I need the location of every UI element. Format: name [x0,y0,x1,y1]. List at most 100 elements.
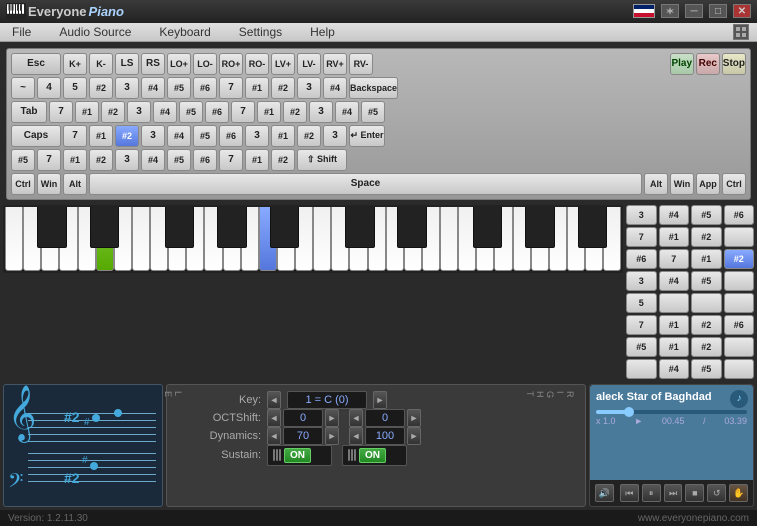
key-sharp1-5[interactable]: #1 [271,125,295,147]
piano-key-white[interactable] [186,207,204,271]
key-sharp1-7[interactable]: #1 [245,149,269,171]
piano-key-white[interactable] [404,207,422,271]
ls-key[interactable]: LS [115,53,139,75]
alt-left-key[interactable]: Alt [63,173,87,195]
piano-key-white[interactable] [603,207,621,271]
piano-key-white-green[interactable] [96,207,114,271]
menu-audio-source[interactable]: Audio Source [55,23,135,41]
lv-minus-key[interactable]: LV- [297,53,321,75]
ro-minus-key[interactable]: RO- [245,53,269,75]
key-3-6[interactable]: 3 [245,125,269,147]
key-3-7[interactable]: 3 [323,125,347,147]
key-sharp5-2[interactable]: #5 [179,101,203,123]
key-sharp4-1[interactable]: #4 [141,77,165,99]
key-4[interactable]: 4 [37,77,61,99]
np-s2-2[interactable]: #2 [691,315,722,335]
tilde-key[interactable]: ~ [11,77,35,99]
piano-key-white[interactable] [458,207,476,271]
np-s6-1[interactable]: #6 [724,205,755,225]
piano-key-white[interactable] [440,207,458,271]
piano-key-white[interactable] [422,207,440,271]
piano-key-white[interactable] [531,207,549,271]
piano-key-white[interactable] [78,207,96,271]
media-progress-bar[interactable] [596,410,747,414]
ctrl-left-key[interactable]: Ctrl [11,173,35,195]
piano-key-white[interactable] [476,207,494,271]
np-7-1[interactable]: 7 [626,227,657,247]
lo-plus-key[interactable]: LO+ [167,53,191,75]
piano-key-white[interactable] [494,207,512,271]
np-s4-3[interactable]: #4 [659,359,690,379]
win-left-key[interactable]: Win [37,173,61,195]
key-left-arrow[interactable]: ◄ [267,391,281,409]
np-s5-4[interactable]: #5 [691,359,722,379]
stop-button[interactable]: Stop [722,53,746,75]
key-7-4[interactable]: 7 [63,125,87,147]
piano-key-white[interactable] [313,207,331,271]
np-s4-1[interactable]: #4 [659,205,690,225]
key-sharp6-2[interactable]: #6 [205,101,229,123]
media-vol-icon[interactable]: 🔊 [595,484,614,502]
piano-key-white[interactable] [567,207,585,271]
key-sharp2-1[interactable]: #2 [89,77,113,99]
key-sharp2-4[interactable]: #2 [283,101,307,123]
key-sharp6-4[interactable]: #6 [193,149,217,171]
menu-settings[interactable]: Settings [235,23,286,41]
key-sharp5-6[interactable]: #5 [167,149,191,171]
maximize-button[interactable]: □ [709,4,727,18]
key-sharp4-2[interactable]: #4 [323,77,347,99]
enter-key[interactable]: ↵ Enter [349,125,385,147]
dyn-right-arrow-2[interactable]: ► [407,427,421,445]
np-s5-1[interactable]: #5 [691,205,722,225]
key-sharp4-3[interactable]: #4 [153,101,177,123]
media-hand-icon[interactable]: ✋ [729,484,748,502]
dyn-left-arrow-2[interactable]: ◄ [349,427,363,445]
grid-icon[interactable] [733,24,749,40]
media-progress-thumb[interactable] [624,407,634,417]
close-button[interactable]: ✕ [733,4,751,18]
key-sharp2-5[interactable]: #2 [297,125,321,147]
key-sharp2-highlighted[interactable]: #2 [115,125,139,147]
sustain-group-left[interactable]: ON [267,445,332,466]
ro-plus-key[interactable]: RO+ [219,53,243,75]
key-7-5[interactable]: 7 [37,149,61,171]
sustain-group-right[interactable]: ON [342,445,407,466]
key-sharp1-4[interactable]: #1 [89,125,113,147]
np-s6-2[interactable]: #6 [626,249,657,269]
key-3-1[interactable]: 3 [115,77,139,99]
piano-key-white[interactable] [241,207,259,271]
settings-icon[interactable] [661,4,679,18]
piano-key-white[interactable] [23,207,41,271]
key-5[interactable]: 5 [63,77,87,99]
np-s5-3[interactable]: #5 [626,337,657,357]
key-sharp2-3[interactable]: #2 [101,101,125,123]
piano-key-white[interactable] [204,207,222,271]
flag-icon[interactable] [633,4,655,18]
key-right-arrow[interactable]: ► [373,391,387,409]
k-plus-key[interactable]: K+ [63,53,87,75]
piano-key-white[interactable] [295,207,313,271]
np-s6-3[interactable]: #6 [724,315,755,335]
backspace-key[interactable]: Backspace [349,77,398,99]
key-sharp4-4[interactable]: #4 [335,101,359,123]
oct-left-arrow-1[interactable]: ◄ [267,409,281,427]
piano-key-white[interactable] [168,207,186,271]
piano-key-white[interactable] [585,207,603,271]
key-3-8[interactable]: 3 [115,149,139,171]
media-play-pause-button[interactable]: ⏸ [642,484,661,502]
ctrl-right-key[interactable]: Ctrl [722,173,746,195]
piano-key-white[interactable] [59,207,77,271]
lo-minus-key[interactable]: LO- [193,53,217,75]
np-5-1[interactable]: 5 [626,293,657,313]
piano-key-white[interactable] [349,207,367,271]
np-s5-2[interactable]: #5 [691,271,722,291]
key-3-2[interactable]: 3 [297,77,321,99]
piano-key-white[interactable] [223,207,241,271]
np-s1-4[interactable]: #1 [659,337,690,357]
np-s2-1[interactable]: #2 [691,227,722,247]
key-3-5[interactable]: 3 [141,125,165,147]
caps-key[interactable]: Caps [11,125,61,147]
key-sharp4-5[interactable]: #4 [167,125,191,147]
key-sharp5-3[interactable]: #5 [361,101,385,123]
key-sharp2-6[interactable]: #2 [89,149,113,171]
